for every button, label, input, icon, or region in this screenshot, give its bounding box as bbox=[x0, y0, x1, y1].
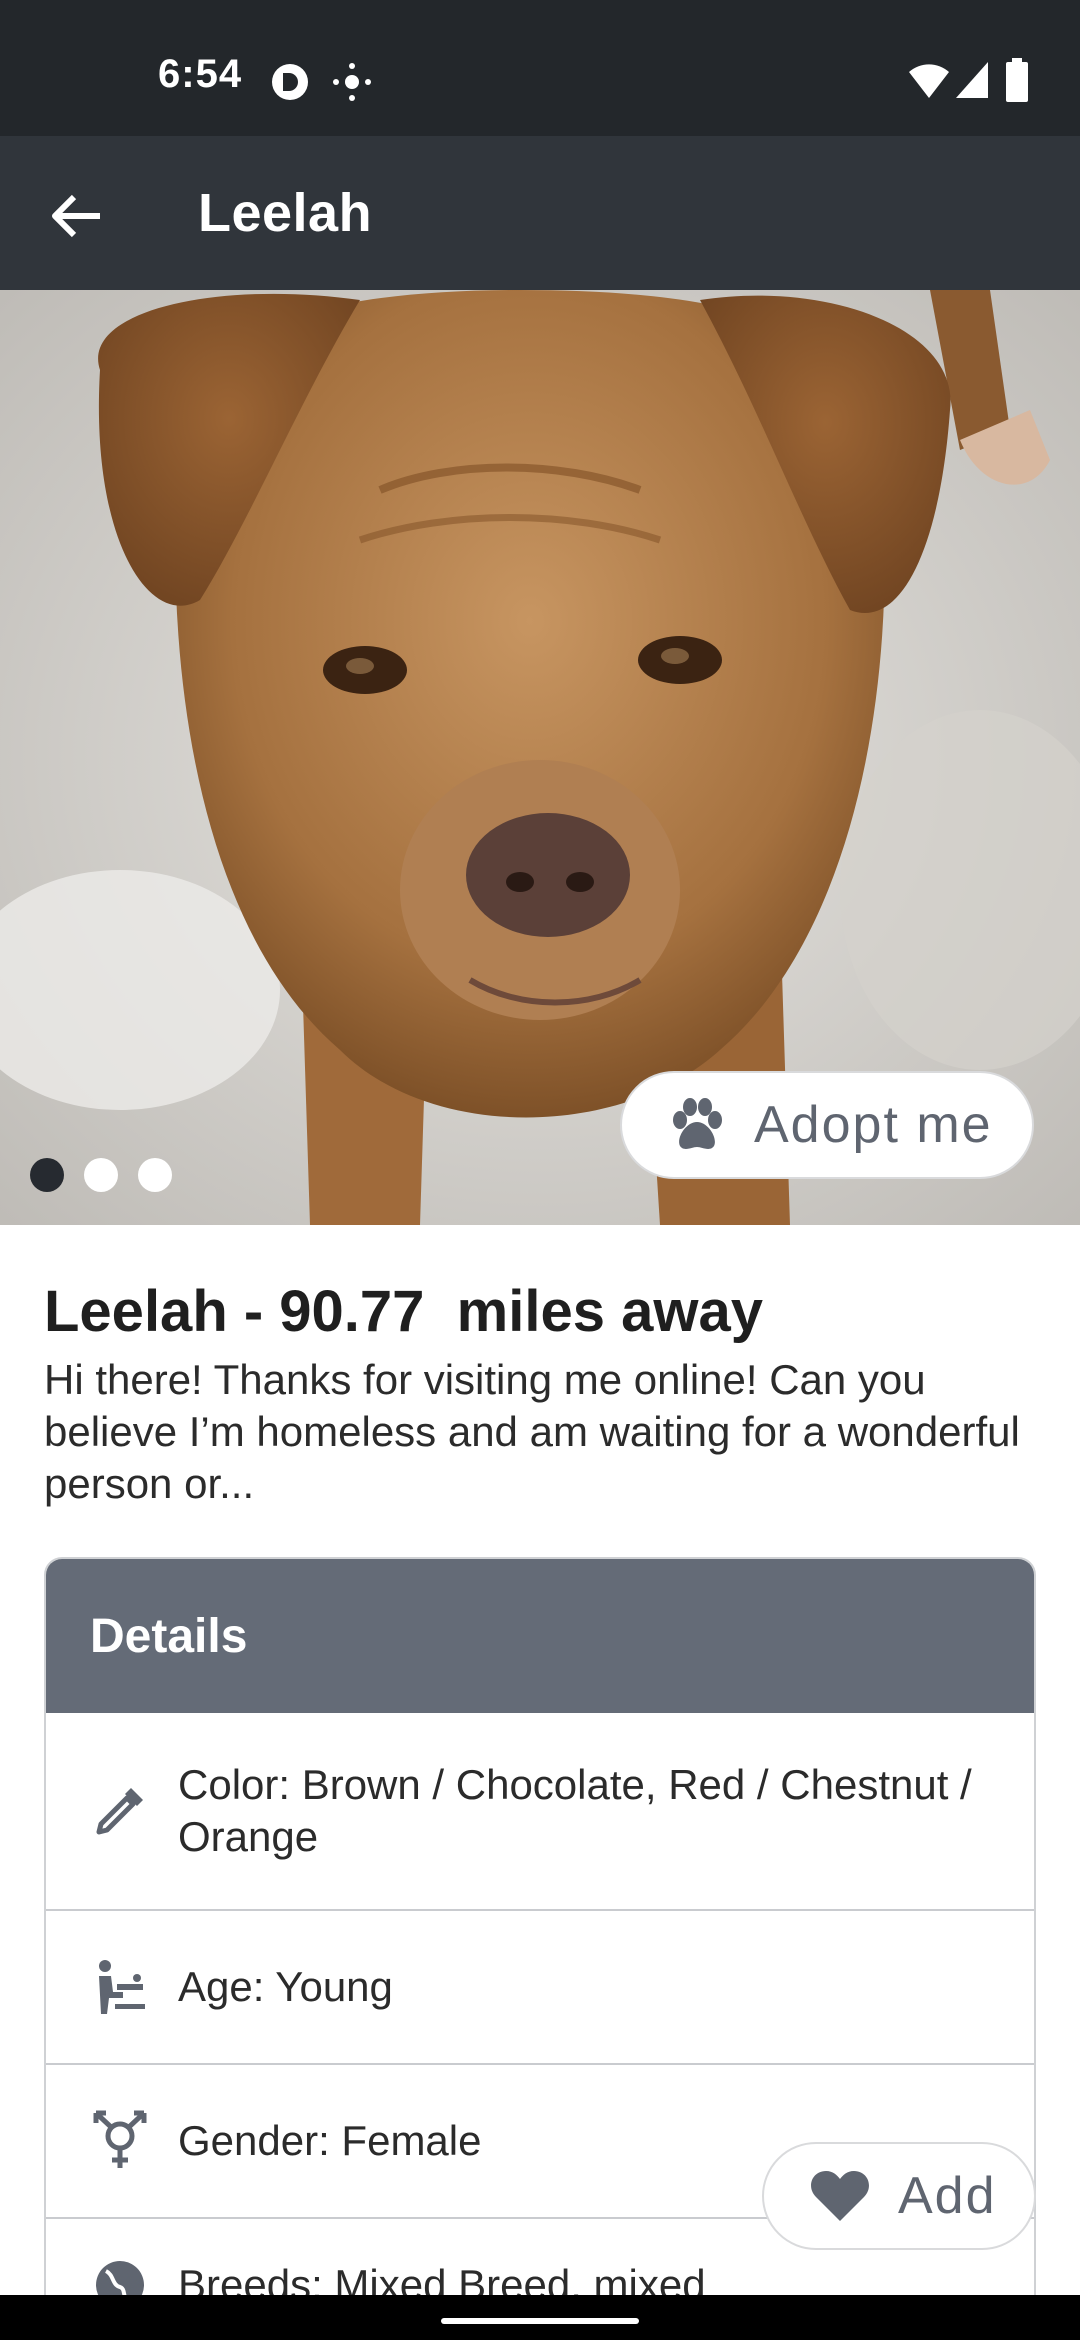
page-title: Leelah bbox=[198, 183, 373, 243]
location-icon bbox=[332, 62, 372, 107]
adopt-me-button[interactable]: Adopt me bbox=[620, 1071, 1034, 1179]
status-bar: 6:54 bbox=[0, 0, 1080, 136]
pet-description: Hi there! Thanks for visiting me online!… bbox=[44, 1356, 1020, 1507]
app-bar: Leelah bbox=[0, 136, 1080, 290]
detail-row-age: Age: Young bbox=[46, 1911, 1034, 2065]
home-gesture-handle[interactable] bbox=[441, 2318, 639, 2324]
eyedropper-icon bbox=[90, 1781, 150, 1841]
detail-row-color: Color: Brown / Chocolate, Red / Chestnut… bbox=[46, 1713, 1034, 1911]
pager-dot-2[interactable] bbox=[84, 1158, 118, 1192]
heart-icon bbox=[811, 2171, 869, 2221]
detail-color-text: Color: Brown / Chocolate, Red / Chestnut… bbox=[178, 1761, 972, 1860]
wifi-icon bbox=[908, 60, 950, 105]
back-button[interactable] bbox=[36, 176, 116, 256]
system-nav-bar bbox=[0, 2295, 1080, 2340]
pet-headline: Leelah - 90.77 miles away bbox=[44, 1279, 763, 1344]
screen-record-icon bbox=[270, 62, 310, 107]
arrow-back-icon bbox=[52, 194, 100, 238]
details-header: Details bbox=[46, 1559, 1034, 1713]
pager-dot-3[interactable] bbox=[138, 1158, 172, 1192]
detail-age-text: Age: Young bbox=[178, 1963, 393, 2010]
battery-icon bbox=[1006, 58, 1028, 107]
paw-icon bbox=[673, 1098, 722, 1149]
signal-icon bbox=[954, 60, 990, 105]
adopt-me-label: Adopt me bbox=[754, 1096, 993, 1154]
add-favorite-button[interactable]: Add bbox=[762, 2142, 1036, 2250]
add-label: Add bbox=[898, 2167, 997, 2225]
baby-changing-icon bbox=[90, 1957, 150, 2017]
pager-dot-1[interactable] bbox=[30, 1158, 64, 1192]
status-time: 6:54 bbox=[158, 52, 243, 96]
photo-pager-dots[interactable] bbox=[30, 1158, 172, 1192]
gender-icon bbox=[90, 2110, 150, 2171]
